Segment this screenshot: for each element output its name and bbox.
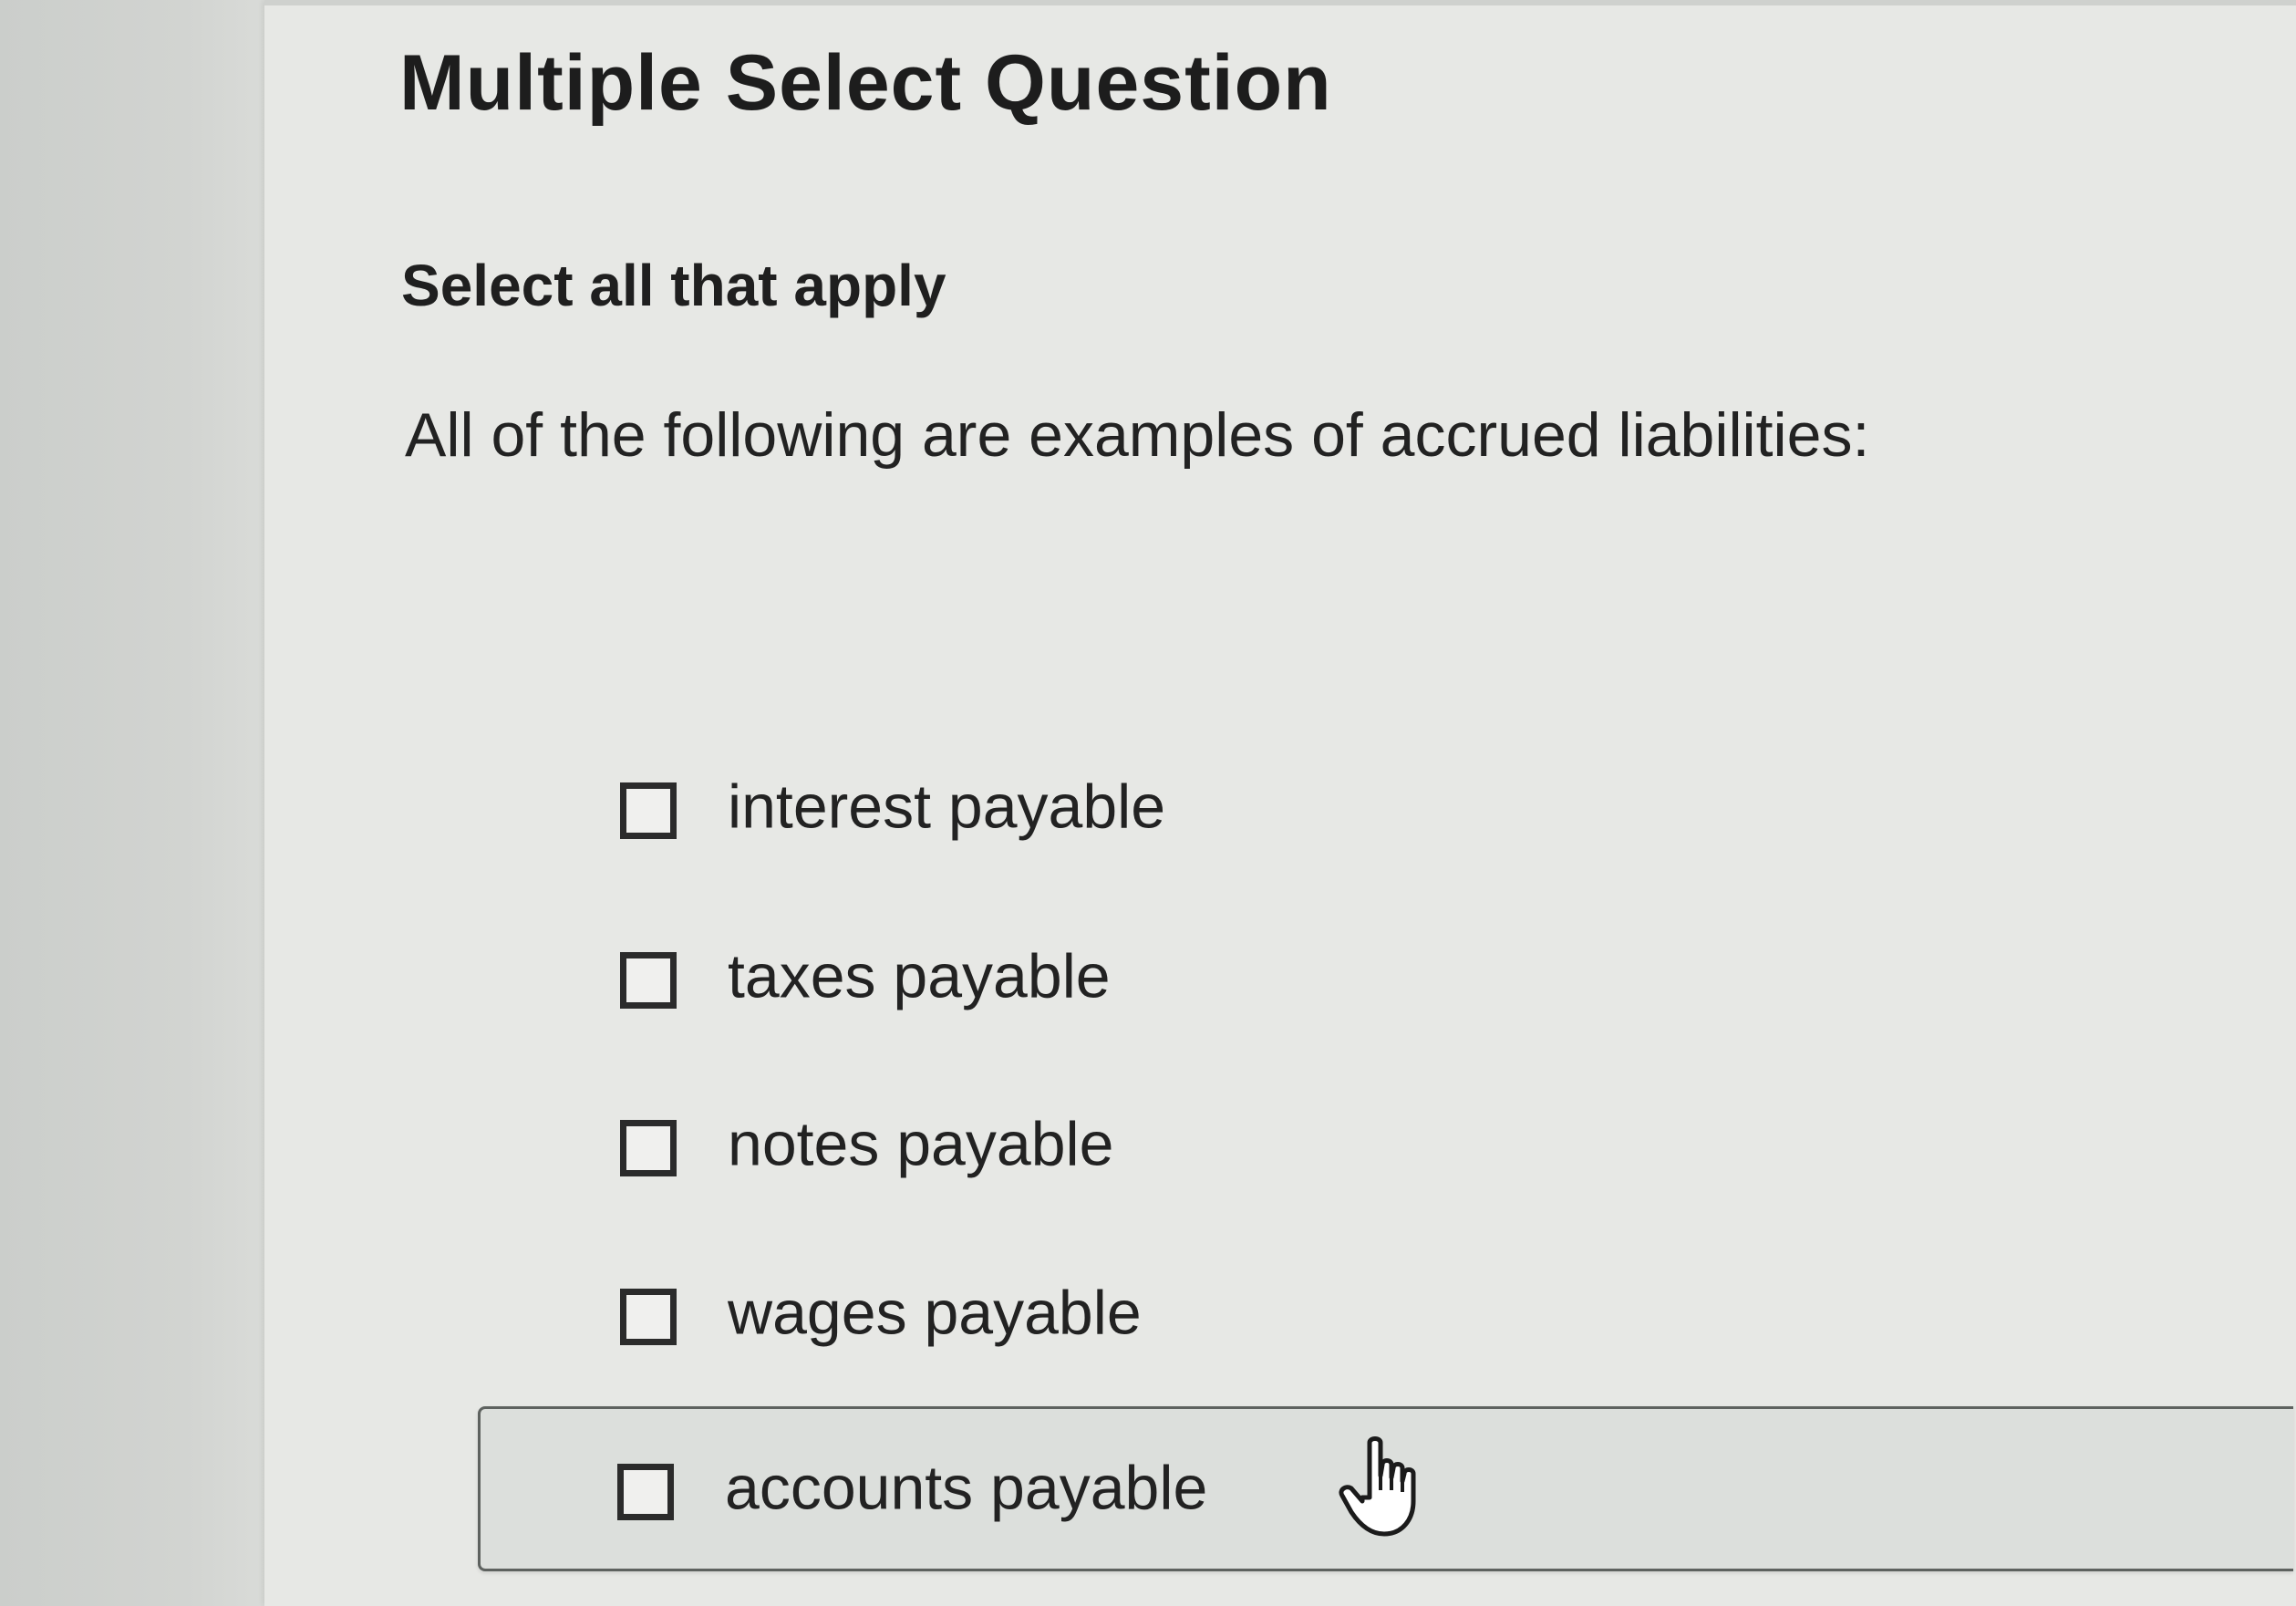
option-label: wages payable [728,1278,1142,1348]
option-label: taxes payable [728,941,1111,1011]
option-wages-payable[interactable]: wages payable [483,1246,2296,1383]
checkbox[interactable] [620,782,677,839]
option-label: interest payable [728,772,1166,842]
checkbox[interactable] [620,952,677,1009]
option-taxes-payable[interactable]: taxes payable [483,909,2296,1046]
checkbox[interactable] [617,1463,674,1520]
option-label: notes payable [728,1109,1114,1179]
answer-options: interest payable taxes payable notes pay… [0,0,2296,1606]
hand-pointer-icon [1339,1436,1416,1537]
screen: Multiple Select Question Select all that… [0,0,2296,1606]
checkbox[interactable] [620,1289,677,1345]
option-interest-payable[interactable]: interest payable [483,740,2296,876]
option-notes-payable[interactable]: notes payable [483,1077,2296,1214]
option-label: accounts payable [725,1452,1208,1522]
checkbox[interactable] [620,1120,677,1176]
